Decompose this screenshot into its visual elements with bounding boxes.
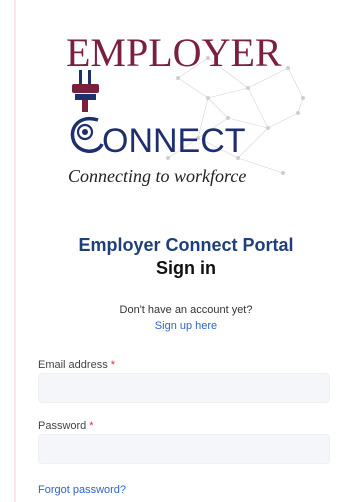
logo-connect-text: ONNECT bbox=[102, 122, 246, 160]
employer-connect-logo: EMPLOYER ONNECT Connecting to workforce bbox=[58, 28, 312, 194]
portal-title: Employer Connect Portal bbox=[78, 235, 294, 255]
password-input[interactable] bbox=[38, 434, 330, 464]
sign-up-link[interactable]: Sign up here bbox=[38, 320, 334, 332]
forgot-password-link[interactable]: Forgot password? bbox=[38, 484, 126, 496]
email-input[interactable] bbox=[38, 373, 330, 403]
logo-employer-text: EMPLOYER bbox=[66, 30, 282, 75]
password-label: Password * bbox=[38, 420, 94, 432]
logo-tagline: Connecting to workforce bbox=[68, 166, 246, 186]
email-label-text: Email address bbox=[38, 359, 108, 371]
email-label: Email address * bbox=[38, 359, 115, 371]
required-marker: * bbox=[89, 420, 94, 432]
plug-icon bbox=[72, 70, 99, 112]
cable-c-icon bbox=[70, 116, 104, 153]
no-account-prompt: Don't have an account yet? bbox=[119, 304, 253, 316]
password-label-text: Password bbox=[38, 420, 87, 432]
required-marker: * bbox=[110, 359, 115, 371]
left-accent-border bbox=[14, 0, 16, 502]
sign-in-heading: Sign in bbox=[156, 258, 216, 278]
